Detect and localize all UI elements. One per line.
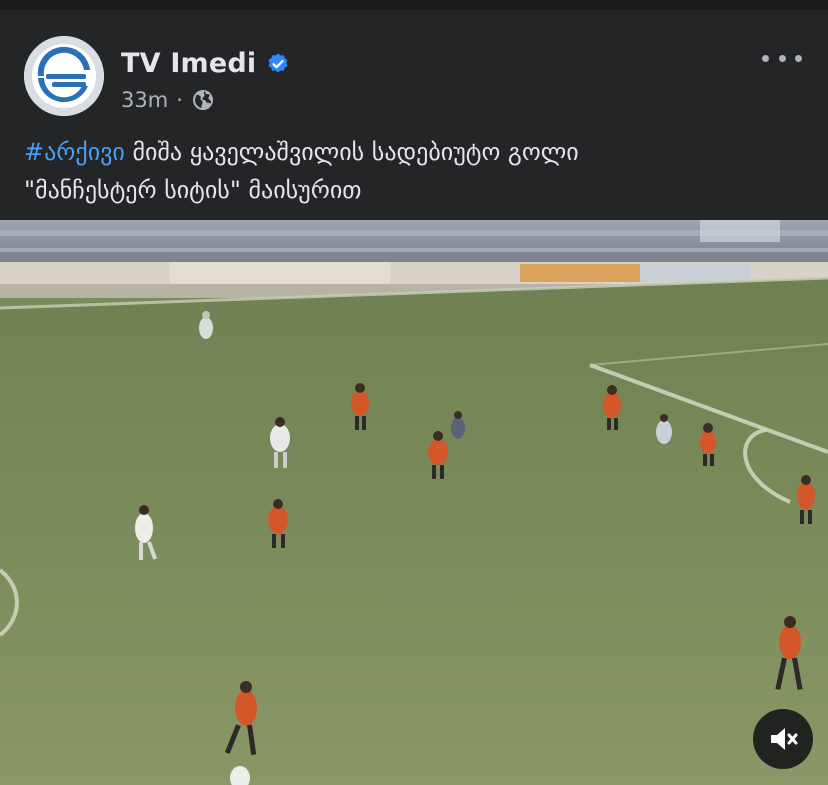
page-name[interactable]: TV Imedi bbox=[121, 48, 290, 79]
post-caption: #არქივი მიშა ყაველაშვილის სადებიუტო გოლი… bbox=[24, 133, 804, 209]
caption-line2: "მანჩესტერ სიტის" მაისურით bbox=[24, 176, 362, 204]
post-header: TV Imedi 33m · #არქივი მიშა ყაველაშვილის… bbox=[0, 10, 828, 220]
status-bar-strip bbox=[0, 0, 828, 10]
verified-badge-icon bbox=[266, 52, 290, 76]
speaker-muted-icon[interactable] bbox=[753, 709, 813, 769]
tv-imedi-logo bbox=[24, 36, 104, 116]
globe-icon[interactable] bbox=[191, 88, 215, 112]
meta-separator: · bbox=[176, 88, 183, 112]
video-player[interactable] bbox=[0, 220, 828, 785]
page-avatar[interactable] bbox=[24, 36, 104, 116]
more-dot bbox=[762, 54, 769, 62]
more-options-icon[interactable] bbox=[762, 48, 802, 68]
hashtag-link[interactable]: #არქივი bbox=[24, 138, 125, 166]
more-dot bbox=[795, 54, 802, 62]
more-dot bbox=[778, 54, 786, 62]
post-timestamp[interactable]: 33m bbox=[121, 88, 168, 112]
post-meta: 33m · bbox=[121, 88, 215, 112]
video-frame bbox=[0, 220, 828, 785]
caption-line1: მიშა ყაველაშვილის სადებიუტო გოლი bbox=[124, 138, 579, 166]
page-name-text[interactable]: TV Imedi bbox=[121, 48, 256, 79]
